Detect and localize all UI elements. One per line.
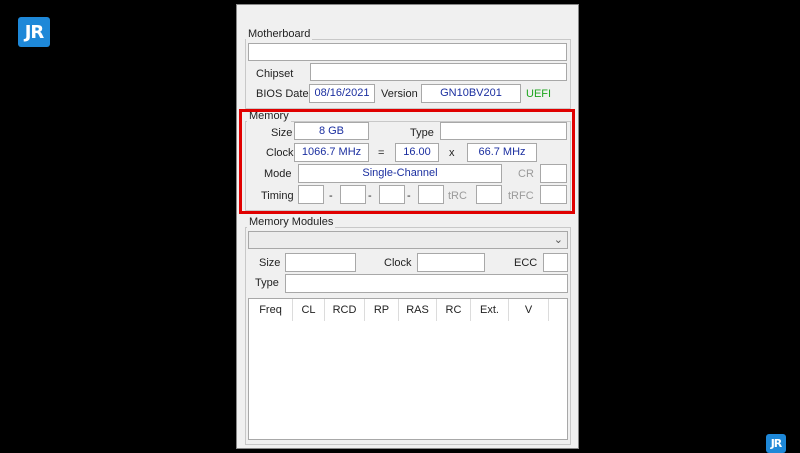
uefi-label: UEFI bbox=[526, 88, 552, 100]
jr-logo-bottom: JR bbox=[766, 434, 786, 453]
memory-highlight-box bbox=[239, 109, 575, 214]
column-header-cl[interactable]: CL bbox=[293, 299, 325, 321]
jr-logo-top: JR bbox=[18, 17, 50, 47]
column-header-freq[interactable]: Freq bbox=[249, 299, 293, 321]
memory-slot-select[interactable]: ⌄ bbox=[248, 231, 568, 249]
module-clock-field bbox=[417, 253, 485, 272]
column-header-rp[interactable]: RP bbox=[365, 299, 399, 321]
module-size-field bbox=[285, 253, 356, 272]
column-header-ras[interactable]: RAS bbox=[399, 299, 437, 321]
chipset-label: Chipset bbox=[256, 68, 294, 80]
version-label: Version bbox=[381, 88, 418, 100]
memory-modules-title: Memory Modules bbox=[247, 216, 336, 228]
column-header-rc[interactable]: RC bbox=[437, 299, 471, 321]
column-header-rcd[interactable]: RCD bbox=[325, 299, 365, 321]
version-field: GN10BV201 bbox=[421, 84, 521, 103]
chevron-down-icon: ⌄ bbox=[553, 234, 563, 246]
chipset-field bbox=[310, 63, 567, 81]
module-ecc-field bbox=[543, 253, 568, 272]
bios-date-label: BIOS Date bbox=[256, 88, 309, 100]
bios-date-field: 08/16/2021 bbox=[309, 84, 375, 103]
module-size-label: Size bbox=[259, 257, 281, 269]
module-clock-label: Clock bbox=[384, 257, 412, 269]
column-header-ext[interactable]: Ext. bbox=[471, 299, 509, 321]
timing-table[interactable]: Freq CL RCD RP RAS RC Ext. V bbox=[248, 298, 568, 440]
module-type-field bbox=[285, 274, 568, 293]
motherboard-model-field bbox=[248, 43, 567, 61]
module-type-label: Type bbox=[255, 277, 279, 289]
jr-logo-text: JR bbox=[24, 21, 45, 43]
system-info-panel: Motherboard Chipset BIOS Date 08/16/2021… bbox=[236, 4, 579, 449]
jr-logo-text: JR bbox=[770, 437, 783, 450]
motherboard-title: Motherboard bbox=[246, 28, 313, 40]
module-ecc-label: ECC bbox=[514, 257, 538, 269]
column-header-v[interactable]: V bbox=[509, 299, 549, 321]
